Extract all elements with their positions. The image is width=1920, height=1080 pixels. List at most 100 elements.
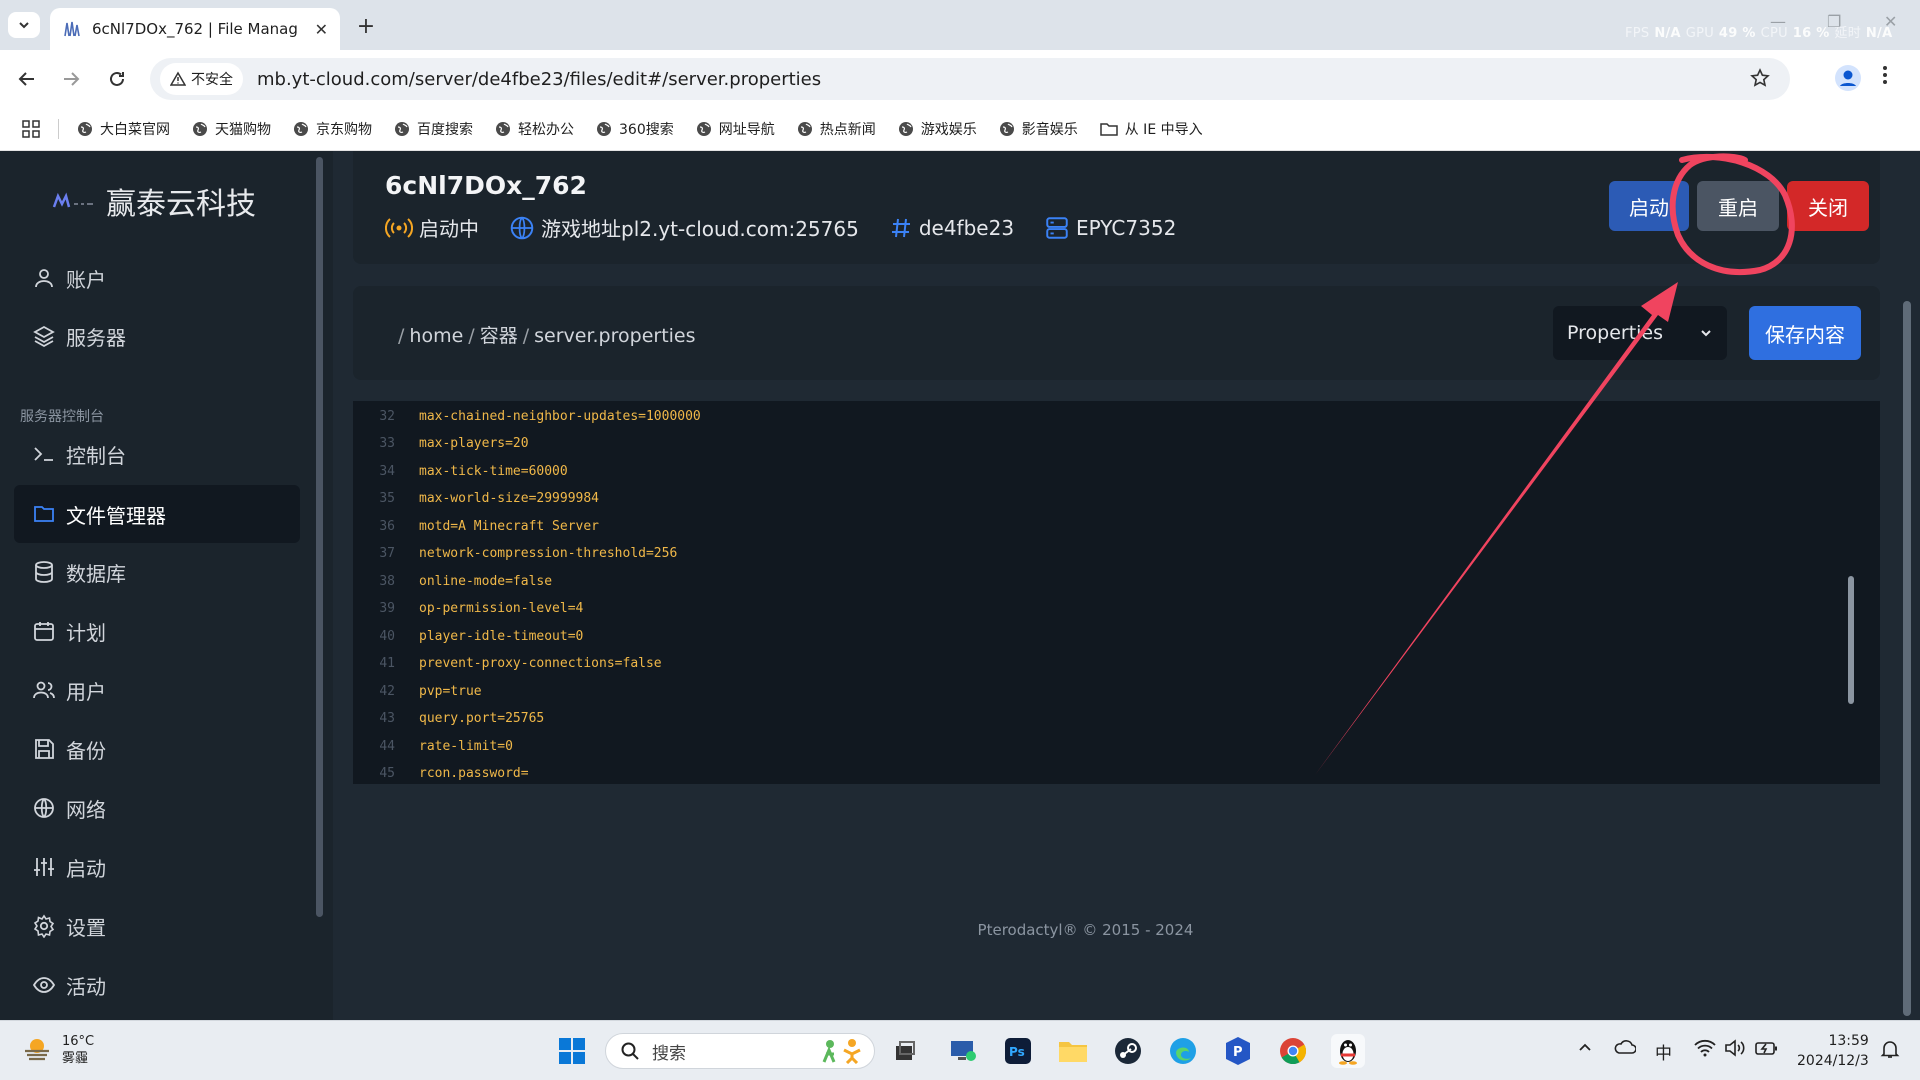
bookmark-star-button[interactable] (1750, 68, 1770, 88)
code-line[interactable]: 41 prevent-proxy-connections=false (353, 653, 661, 675)
sidebar-item-database[interactable]: 数据库 (14, 543, 300, 601)
apps-grid-icon[interactable] (22, 120, 40, 138)
server-status: 启动中 (385, 213, 479, 242)
back-button[interactable] (12, 64, 42, 94)
wifi-tray[interactable] (1694, 1039, 1716, 1057)
code-line[interactable]: 44 rate-limit=0 (353, 735, 513, 757)
code-line[interactable]: 34 max-tick-time=60000 (353, 460, 567, 482)
line-number: 44 (379, 738, 395, 754)
start-button[interactable] (555, 1034, 589, 1068)
stop-button[interactable]: 关闭 (1787, 181, 1869, 231)
save-content-button[interactable]: 保存内容 (1749, 306, 1861, 360)
taskbar-app-edge[interactable] (1166, 1034, 1200, 1068)
system-clock[interactable]: 13:59 2024/12/3 (1797, 1031, 1869, 1071)
code-text: online-mode=false (419, 573, 553, 589)
bookmark-item[interactable]: 百度搜索 (394, 119, 473, 139)
sidebar-item-console[interactable]: 控制台 (14, 425, 300, 483)
sidebar-item-schedule[interactable]: 计划 (14, 602, 300, 660)
bookmark-folder[interactable]: 从 IE 中导入 (1099, 119, 1203, 139)
taskbar-app-steam[interactable] (1111, 1034, 1145, 1068)
tab-close-icon[interactable]: ✕ (315, 20, 328, 39)
taskbar-app-network[interactable] (946, 1034, 980, 1068)
tab-file-manager[interactable]: 6cNl7DOx_762 | File Manager ✕ (50, 8, 340, 50)
bookmark-item[interactable]: 轻松办公 (495, 119, 574, 139)
code-line[interactable]: 43 query.port=25765 (353, 708, 544, 730)
tab-list-button[interactable] (8, 12, 40, 38)
bookmark-item[interactable]: 游戏娱乐 (898, 119, 977, 139)
bookmark-item[interactable]: 京东购物 (293, 119, 372, 139)
taskbar-app-qq[interactable] (1331, 1034, 1365, 1068)
code-line[interactable]: 45 rcon.password= (353, 763, 528, 785)
code-text: rate-limit=0 (419, 738, 513, 754)
bookmark-item[interactable]: 网址导航 (696, 119, 775, 139)
reload-icon (110, 71, 124, 86)
notification-tray[interactable] (1880, 1039, 1900, 1059)
address-bar[interactable]: 不安全 mb.yt-cloud.com/server/de4fbe23/file… (150, 58, 1790, 100)
taskbar-app-task-view[interactable] (888, 1034, 922, 1068)
bookmark-item[interactable]: 大白菜官网 (77, 119, 170, 139)
code-line[interactable]: 32 max-chained-neighbor-updates=1000000 (353, 405, 700, 427)
bookmark-item[interactable]: 热点新闻 (797, 119, 876, 139)
minimize-button[interactable]: — (1770, 12, 1786, 31)
taskbar-app-chrome[interactable] (1276, 1034, 1310, 1068)
p-shield-icon: P (1226, 1037, 1250, 1065)
reload-button[interactable] (102, 64, 132, 94)
start-button[interactable]: 启动 (1609, 181, 1689, 231)
sidebar-scrollbar[interactable] (316, 157, 323, 917)
profile-button[interactable] (1834, 64, 1862, 92)
taskbar-search[interactable]: 搜索 (605, 1033, 875, 1069)
code-editor[interactable]: 48require-resource-pack=false47region-fi… (353, 401, 1880, 784)
weather-widget[interactable]: 16°C 雾霾 (22, 1033, 94, 1067)
restart-button[interactable]: 重启 (1697, 181, 1779, 231)
brand-logo[interactable]: 赢泰云科技 (52, 179, 256, 223)
code-line[interactable]: 38 online-mode=false (353, 570, 552, 592)
profile-avatar-icon (1835, 65, 1861, 91)
forward-button[interactable] (56, 64, 86, 94)
page-scrollbar[interactable] (1903, 301, 1911, 1016)
code-line[interactable]: 36 motd=A Minecraft Server (353, 515, 599, 537)
sidebar-item-activity[interactable]: 活动 (14, 956, 300, 1014)
broadcast-icon (385, 217, 413, 238)
code-line[interactable]: 35 max-world-size=29999984 (353, 488, 599, 510)
browser-tabstrip: 6cNl7DOx_762 | File Manager ✕ + FPS N/A … (0, 0, 1920, 50)
taskbar-app-p-launcher[interactable]: P (1221, 1034, 1255, 1068)
code-line[interactable]: 39 op-permission-level=4 (353, 598, 583, 620)
tray-overflow-icon[interactable] (1577, 1039, 1593, 1055)
sidebar-item-account[interactable]: 账户 (14, 249, 300, 307)
bookmark-item[interactable]: 天猫购物 (192, 119, 271, 139)
new-tab-button[interactable]: + (352, 12, 380, 40)
maximize-button[interactable]: ❐ (1827, 12, 1841, 31)
sidebar-item-users[interactable]: 用户 (14, 661, 300, 719)
sidebar-item-startup[interactable]: 启动 (14, 838, 300, 896)
editor-scrollbar[interactable] (1848, 576, 1854, 704)
sidebar-item-servers[interactable]: 服务器 (14, 307, 300, 365)
site-info-chip[interactable]: 不安全 (160, 63, 243, 95)
bookmarks-bar: 大白菜官网 天猫购物 京东购物 百度搜索 轻松办公 360搜索 网址导航 热点新… (0, 108, 1920, 151)
battery-tray[interactable] (1754, 1039, 1778, 1057)
code-line[interactable]: 42 pvp=true (353, 680, 481, 702)
sidebar-item-file-manager[interactable]: 文件管理器 (14, 485, 300, 543)
onedrive-tray[interactable] (1614, 1039, 1636, 1055)
notification-bell-icon (1880, 1041, 1900, 1058)
code-line[interactable]: 40 player-idle-timeout=0 (353, 625, 583, 647)
browser-menu-button[interactable] (1882, 64, 1888, 86)
window-close-button[interactable]: ✕ (1884, 12, 1897, 31)
sidebar-item-settings[interactable]: 设置 (14, 897, 300, 955)
volume-tray[interactable] (1724, 1039, 1746, 1057)
wifi-icon (1694, 1039, 1716, 1057)
server-stack-icon (1046, 216, 1068, 239)
code-line[interactable]: 33 max-players=20 (353, 433, 528, 455)
taskbar-app-file-explorer[interactable] (1056, 1034, 1090, 1068)
breadcrumb-home[interactable]: home (409, 325, 463, 347)
code-line[interactable]: 37 network-compression-threshold=256 (353, 543, 677, 565)
sidebar-item-network[interactable]: 网络 (14, 779, 300, 837)
taskbar-app-photoshop[interactable]: Ps (1001, 1034, 1035, 1068)
bookmark-item[interactable]: 影音娱乐 (999, 119, 1078, 139)
haze-weather-icon (25, 1039, 49, 1061)
breadcrumb-container[interactable]: 容器 (480, 325, 518, 347)
bookmark-item[interactable]: 360搜索 (596, 119, 674, 139)
sidebar-item-backups[interactable]: 备份 (14, 720, 300, 778)
ime-indicator[interactable]: 中 (1655, 1039, 1672, 1064)
syntax-mode-select[interactable]: Properties (1553, 306, 1727, 360)
calendar-icon (34, 622, 54, 641)
